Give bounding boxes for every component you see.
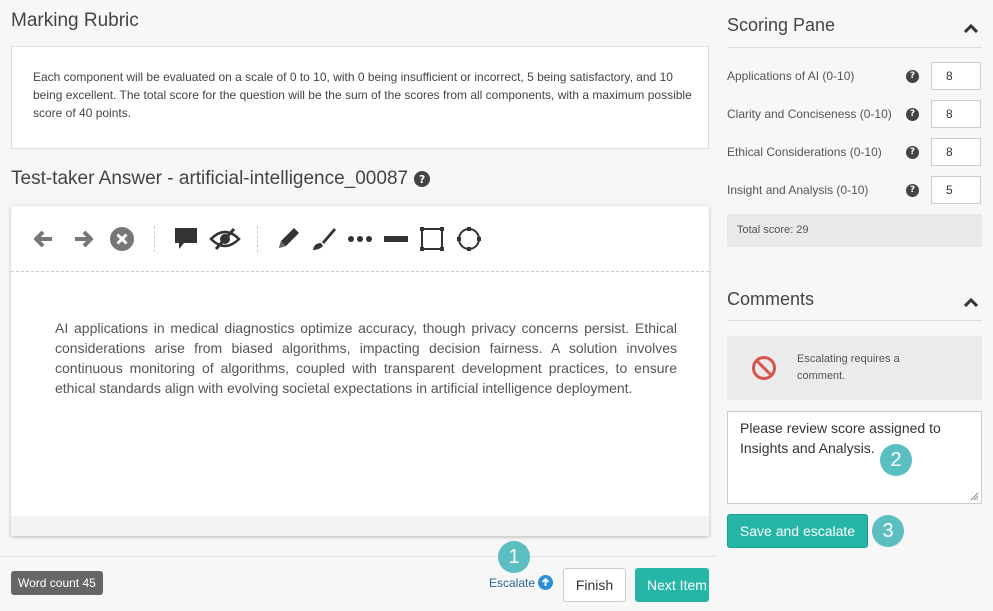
answer-footer — [11, 516, 709, 536]
hide-eye-icon[interactable] — [209, 226, 241, 252]
score-row: Ethical Considerations (0-10) ? — [727, 138, 982, 166]
next-item-button[interactable]: Next Item — [635, 568, 709, 602]
scoring-pane-title: Scoring Pane — [727, 15, 836, 35]
annotation-toolbar — [11, 206, 709, 272]
pencil-icon[interactable] — [275, 226, 301, 252]
score-label: Clarity and Conciseness (0-10) — [727, 107, 892, 121]
scoring-divider — [727, 47, 982, 48]
comments-divider — [727, 320, 982, 321]
finish-button[interactable]: Finish — [563, 568, 626, 602]
circle-icon[interactable] — [455, 226, 483, 252]
score-row: Insight and Analysis (0-10) ? — [727, 176, 982, 204]
save-and-escalate-button[interactable]: Save and escalate — [727, 514, 868, 548]
warning-box: Escalating requires a comment. — [727, 336, 982, 400]
callout-1: 1 — [498, 541, 530, 573]
score-input[interactable] — [931, 62, 981, 90]
answer-text: AI applications in medical diagnostics o… — [55, 320, 677, 396]
rubric-title: Marking Rubric — [11, 10, 139, 31]
help-icon[interactable]: ? — [906, 145, 919, 159]
comment-text: Please review score assigned to Insights… — [740, 420, 941, 456]
comment-textarea[interactable]: Please review score assigned to Insights… — [727, 411, 982, 504]
arrow-up-circle-icon — [538, 575, 554, 590]
help-icon[interactable]: ? — [906, 183, 919, 197]
answer-header: Test-taker Answer - artificial-intellige… — [11, 168, 431, 190]
arrow-left-icon[interactable] — [33, 226, 55, 252]
rectangle-icon[interactable] — [419, 226, 445, 252]
score-input[interactable] — [931, 100, 981, 128]
rubric-text: Each component will be evaluated on a sc… — [11, 46, 709, 149]
clear-circle-icon[interactable] — [110, 226, 134, 252]
callout-2: 2 — [880, 444, 912, 476]
chevron-up-icon[interactable] — [963, 20, 979, 38]
arrow-right-icon[interactable] — [72, 226, 94, 252]
help-icon[interactable]: ? — [906, 69, 919, 83]
prohibited-icon — [751, 355, 777, 386]
score-input[interactable] — [931, 176, 981, 204]
score-row: Applications of AI (0-10) ? — [727, 62, 982, 90]
brush-icon[interactable] — [310, 226, 338, 252]
chevron-up-icon[interactable] — [963, 294, 979, 312]
resize-grip-icon[interactable] — [970, 492, 979, 501]
word-count-badge: Word count 45 — [11, 571, 103, 595]
warning-text: Escalating requires a comment. — [797, 353, 900, 382]
score-row: Clarity and Conciseness (0-10) ? — [727, 100, 982, 128]
solid-line-icon[interactable] — [383, 226, 409, 252]
escalate-label: Escalate — [489, 575, 536, 590]
score-input[interactable] — [931, 138, 981, 166]
score-label: Ethical Considerations (0-10) — [727, 145, 882, 159]
total-score: Total score: 29 — [727, 214, 982, 247]
help-icon[interactable]: ? — [414, 171, 431, 187]
toolbar-divider — [154, 226, 155, 252]
dotted-line-icon[interactable] — [347, 226, 373, 252]
help-icon[interactable]: ? — [906, 107, 919, 121]
answer-title: Test-taker Answer - artificial-intellige… — [11, 168, 409, 189]
footer-divider — [0, 556, 716, 557]
comment-icon[interactable] — [173, 226, 199, 252]
toolbar-divider — [257, 226, 258, 252]
score-label: Insight and Analysis (0-10) — [727, 183, 869, 197]
answer-panel: AI applications in medical diagnostics o… — [11, 206, 709, 536]
score-label: Applications of AI (0-10) — [727, 69, 855, 83]
comments-title: Comments — [727, 289, 815, 309]
escalate-link[interactable]: Escalate — [489, 575, 554, 590]
callout-3: 3 — [872, 515, 904, 547]
